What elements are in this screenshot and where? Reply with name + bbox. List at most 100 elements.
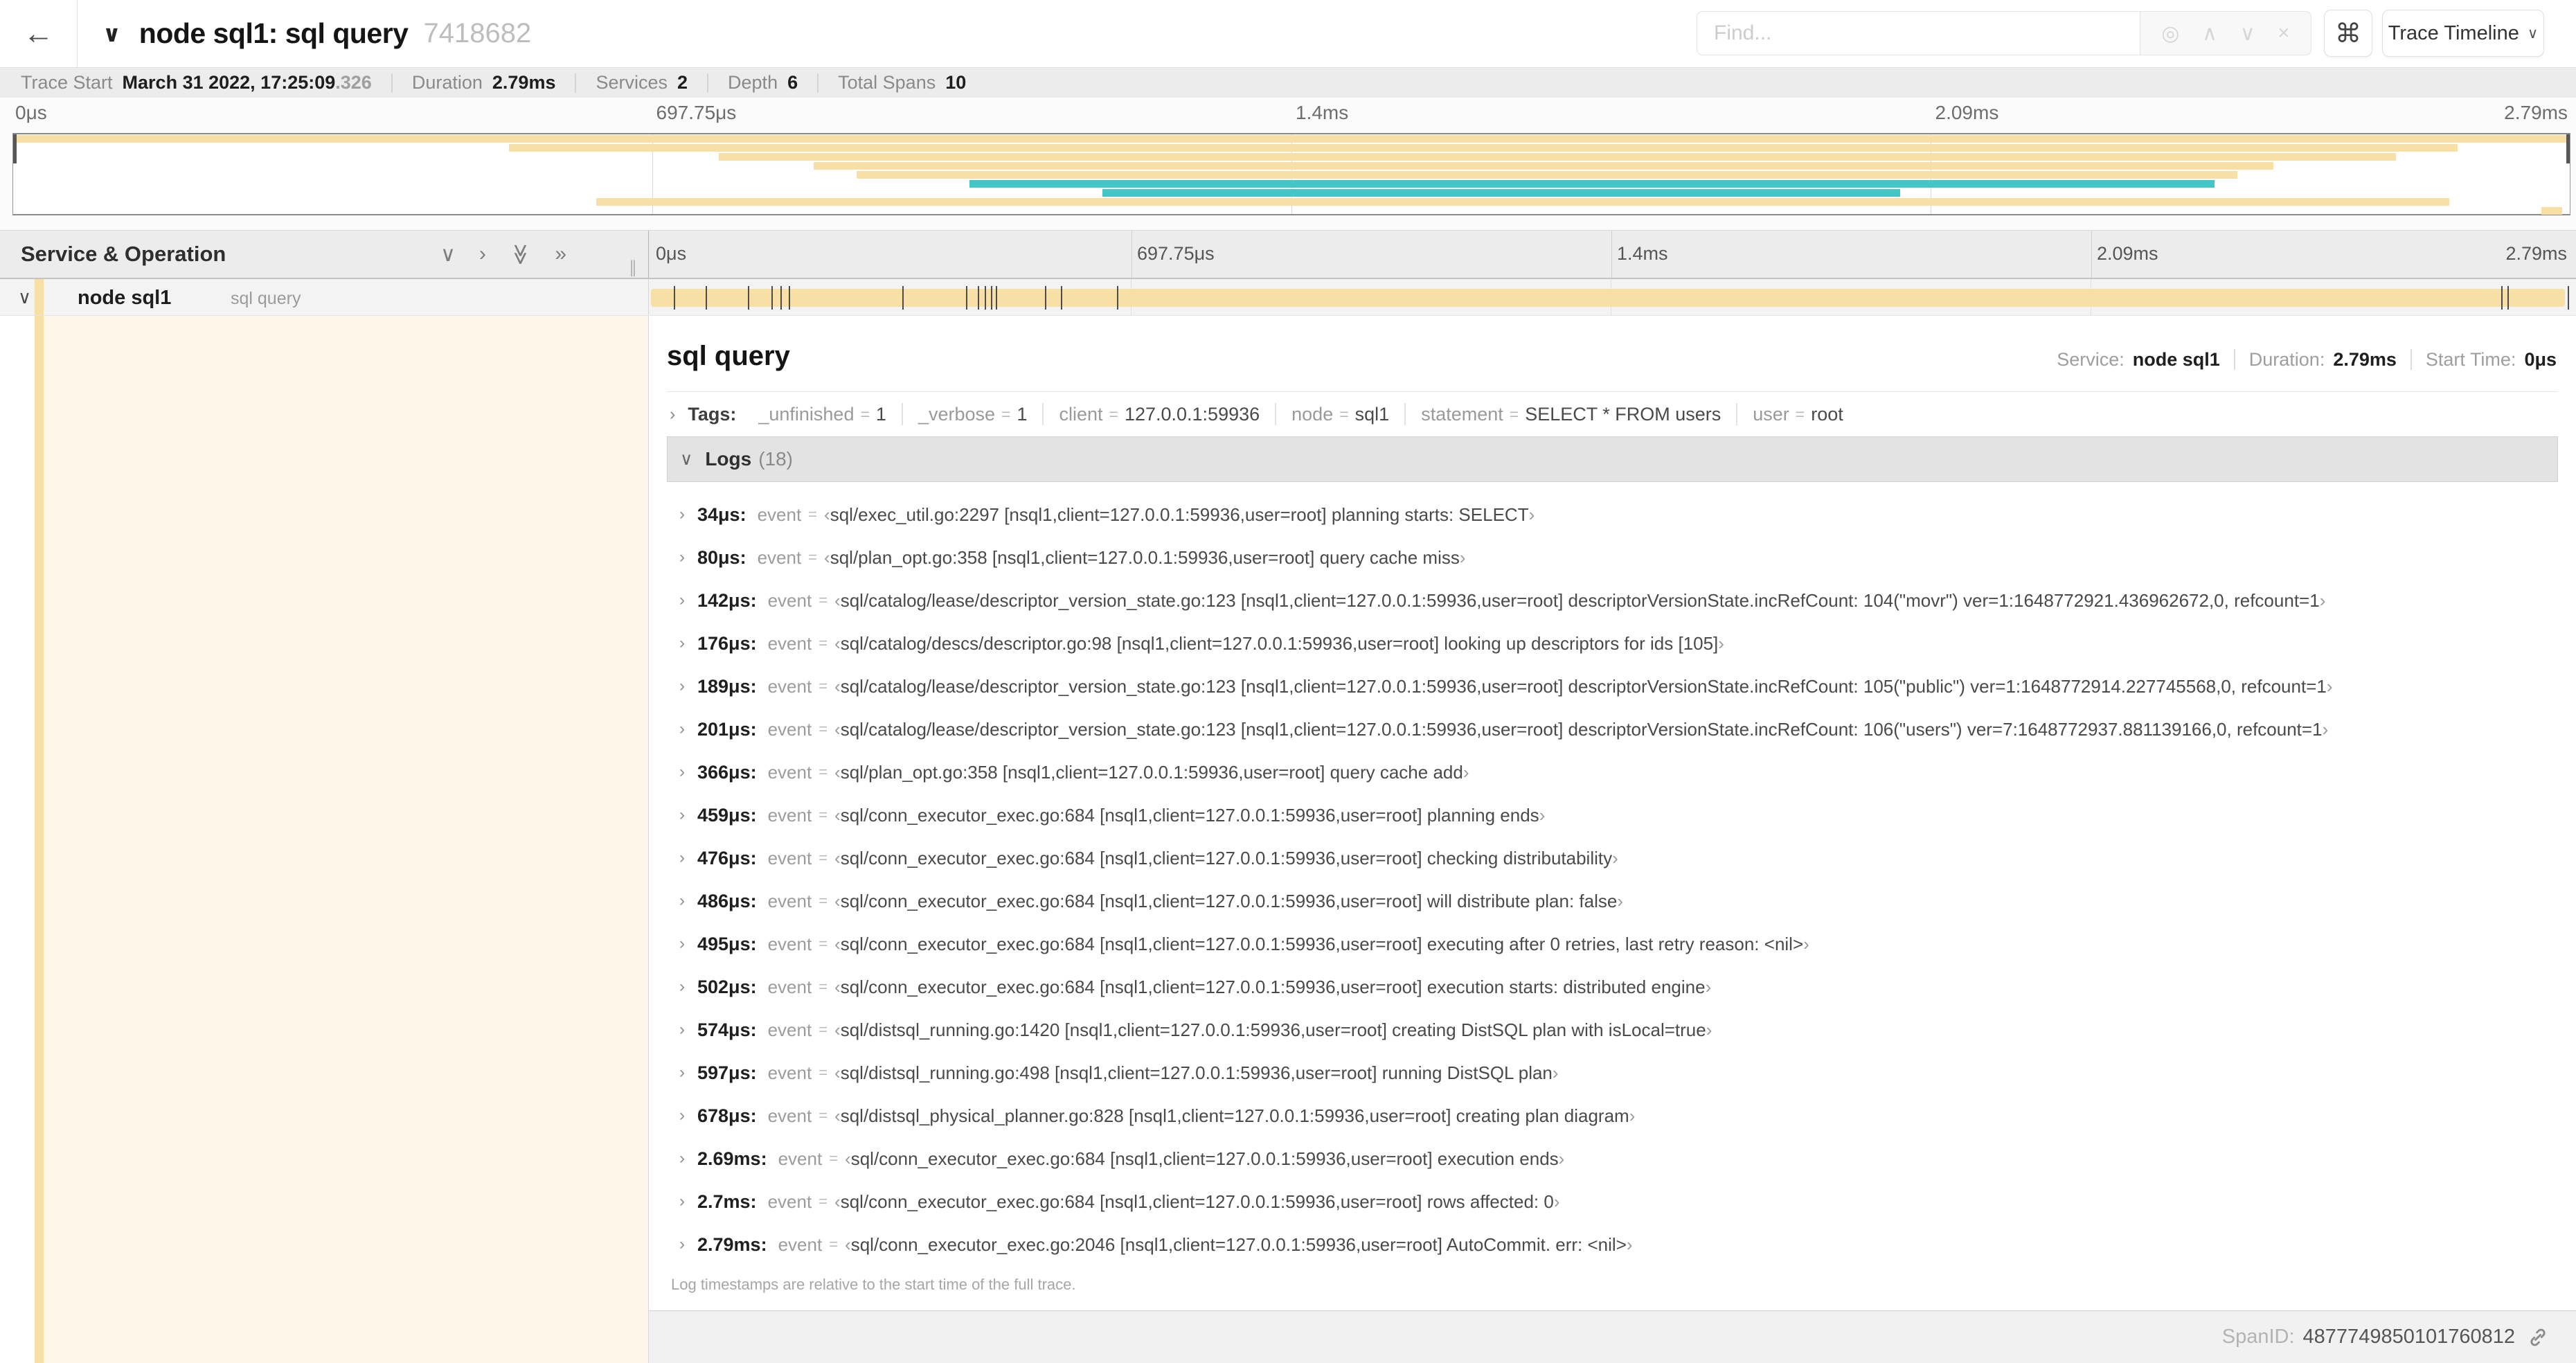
title-collapse-chevron-icon[interactable]: ∨ bbox=[102, 20, 121, 47]
log-field-key: event bbox=[767, 1105, 812, 1126]
chevron-down-icon[interactable]: ∨ bbox=[680, 449, 692, 470]
log-event-tick[interactable] bbox=[771, 286, 773, 310]
log-entry-row[interactable]: › 678μs: event = ‹ sql/distsql_physical_… bbox=[667, 1094, 2558, 1137]
open-quote: ‹ bbox=[834, 718, 841, 740]
overview-item: Start Time: 0μs bbox=[2410, 349, 2557, 370]
span-row[interactable]: ∨ node sql1 sql query bbox=[0, 279, 2576, 316]
focus-target-icon[interactable]: ◎ bbox=[2161, 21, 2179, 46]
close-quote: › bbox=[1629, 1105, 1636, 1126]
find-bar: ◎ ∧ ∨ × bbox=[1697, 11, 2311, 55]
overview-value: 0μs bbox=[2524, 348, 2557, 370]
tag-item: statement = SELECT * FROM users bbox=[1404, 403, 1736, 425]
log-event-tick[interactable] bbox=[2568, 286, 2570, 310]
log-entry-row[interactable]: › 486μs: event = ‹ sql/conn_executor_exe… bbox=[667, 880, 2558, 923]
open-quote: ‹ bbox=[845, 1233, 851, 1255]
log-entry-row[interactable]: › 80μs: event = ‹ sql/plan_opt.go:358 [n… bbox=[667, 536, 2558, 579]
span-service-name: node sql1 bbox=[78, 287, 172, 309]
tag-item: node = sql1 bbox=[1275, 403, 1404, 425]
find-input[interactable] bbox=[1697, 11, 2140, 55]
log-entry-row[interactable]: › 502μs: event = ‹ sql/conn_executor_exe… bbox=[667, 965, 2558, 1008]
log-entry-row[interactable]: › 476μs: event = ‹ sql/conn_executor_exe… bbox=[667, 837, 2558, 880]
log-event-tick[interactable] bbox=[1116, 286, 1118, 310]
log-event-tick[interactable] bbox=[705, 286, 707, 310]
close-quote: › bbox=[1612, 847, 1618, 868]
collapse-all-icon[interactable]: ≫ bbox=[508, 243, 533, 265]
open-quote: ‹ bbox=[834, 976, 841, 997]
log-field-value: sql/catalog/lease/descriptor_version_sta… bbox=[840, 589, 2320, 611]
timeline-header: 0μs 697.75μs 1.4ms 2.09ms 2.79ms bbox=[648, 231, 2576, 278]
logs-section-header[interactable]: ∨ Logs (18) bbox=[667, 436, 2558, 482]
next-result-icon[interactable]: ∨ bbox=[2240, 21, 2255, 46]
log-field-value: sql/distsql_running.go:1420 [nsql1,clien… bbox=[840, 1019, 1706, 1040]
scrubber-left-handle[interactable] bbox=[13, 134, 17, 163]
log-entry-row[interactable]: › 2.7ms: event = ‹ sql/conn_executor_exe… bbox=[667, 1180, 2558, 1223]
overview-label: Start Time: bbox=[2425, 348, 2516, 370]
log-event-tick[interactable] bbox=[995, 286, 997, 310]
equals-sign: = bbox=[819, 634, 828, 652]
link-icon[interactable] bbox=[2526, 1326, 2550, 1349]
expand-all-icon[interactable]: » bbox=[555, 242, 566, 266]
column-divider bbox=[648, 279, 649, 315]
log-event-tick[interactable] bbox=[780, 286, 782, 310]
log-event-tick[interactable] bbox=[788, 286, 790, 310]
expand-one-icon[interactable]: › bbox=[479, 242, 486, 266]
log-entry-row[interactable]: › 189μs: event = ‹ sql/catalog/lease/des… bbox=[667, 665, 2558, 708]
minimap-canvas[interactable] bbox=[12, 133, 2570, 215]
back-button[interactable]: ← bbox=[0, 0, 78, 67]
tag-key: statement bbox=[1421, 403, 1503, 425]
log-entry-row[interactable]: › 2.79ms: event = ‹ sql/conn_executor_ex… bbox=[667, 1223, 2558, 1266]
log-entry-row[interactable]: › 176μs: event = ‹ sql/catalog/descs/des… bbox=[667, 622, 2558, 665]
trace-info-value: 10 bbox=[945, 72, 967, 93]
log-timestamp: 176μs: bbox=[697, 632, 757, 654]
log-entry-row[interactable]: › 34μs: event = ‹ sql/exec_util.go:2297 … bbox=[667, 493, 2558, 536]
close-quote: › bbox=[2326, 675, 2333, 697]
close-quote: › bbox=[1803, 933, 1809, 954]
clear-search-icon[interactable]: × bbox=[2278, 21, 2290, 45]
keyboard-shortcuts-button[interactable]: ⌘ bbox=[2324, 10, 2372, 57]
prev-result-icon[interactable]: ∧ bbox=[2202, 21, 2217, 46]
collapse-one-icon[interactable]: ∨ bbox=[440, 242, 456, 267]
tags-row[interactable]: › Tags: _unfinished = 1 _verbose = 1 cli… bbox=[667, 392, 2558, 436]
log-event-tick[interactable] bbox=[2507, 286, 2510, 310]
column-resizer-handle[interactable]: ∥ bbox=[629, 258, 637, 278]
scrubber-right-handle[interactable] bbox=[2566, 134, 2570, 163]
log-event-tick[interactable] bbox=[965, 286, 967, 310]
log-event-tick[interactable] bbox=[673, 286, 675, 310]
log-event-tick[interactable] bbox=[1045, 286, 1047, 310]
equals-sign: = bbox=[819, 849, 828, 866]
log-entry-row[interactable]: › 366μs: event = ‹ sql/plan_opt.go:358 [… bbox=[667, 751, 2558, 794]
close-quote: › bbox=[1539, 804, 1546, 826]
log-event-tick[interactable] bbox=[902, 286, 904, 310]
log-event-tick[interactable] bbox=[1061, 286, 1063, 310]
close-quote: › bbox=[1463, 761, 1469, 783]
minimap-span-bar bbox=[2541, 207, 2562, 215]
log-entry-row[interactable]: › 495μs: event = ‹ sql/conn_executor_exe… bbox=[667, 923, 2558, 965]
log-event-tick[interactable] bbox=[2501, 286, 2503, 310]
tag-item: _verbose = 1 bbox=[901, 403, 1043, 425]
span-collapse-chevron-icon[interactable]: ∨ bbox=[18, 279, 31, 315]
equals-sign: = bbox=[1339, 404, 1349, 423]
span-id-value: 4877749850101760812 bbox=[2302, 1326, 2515, 1348]
tag-value: 1 bbox=[1017, 403, 1028, 425]
log-event-tick[interactable] bbox=[748, 286, 750, 310]
log-field-key: event bbox=[767, 1019, 812, 1040]
log-entry-row[interactable]: › 574μs: event = ‹ sql/distsql_running.g… bbox=[667, 1008, 2558, 1051]
equals-sign: = bbox=[819, 1193, 828, 1210]
log-entry-row[interactable]: › 2.69ms: event = ‹ sql/conn_executor_ex… bbox=[667, 1137, 2558, 1180]
log-field-value: sql/plan_opt.go:358 [nsql1,client=127.0.… bbox=[840, 761, 1463, 783]
log-field-value: sql/conn_executor_exec.go:684 [nsql1,cli… bbox=[840, 890, 1618, 911]
open-quote: ‹ bbox=[834, 804, 841, 826]
log-entry-row[interactable]: › 201μs: event = ‹ sql/catalog/lease/des… bbox=[667, 708, 2558, 751]
log-event-tick[interactable] bbox=[990, 286, 992, 310]
log-event-tick[interactable] bbox=[977, 286, 979, 310]
equals-sign: = bbox=[819, 1107, 828, 1124]
log-entry-row[interactable]: › 597μs: event = ‹ sql/distsql_running.g… bbox=[667, 1051, 2558, 1094]
log-event-tick[interactable] bbox=[984, 286, 986, 310]
span-duration-bar[interactable] bbox=[651, 289, 2565, 307]
log-entry-row[interactable]: › 142μs: event = ‹ sql/catalog/lease/des… bbox=[667, 579, 2558, 622]
equals-sign: = bbox=[819, 591, 828, 609]
chevron-right-icon[interactable]: › bbox=[670, 404, 675, 425]
log-entry-row[interactable]: › 459μs: event = ‹ sql/conn_executor_exe… bbox=[667, 794, 2558, 837]
view-type-dropdown[interactable]: Trace Timeline ∨ bbox=[2382, 10, 2544, 57]
open-quote: ‹ bbox=[834, 1019, 841, 1040]
